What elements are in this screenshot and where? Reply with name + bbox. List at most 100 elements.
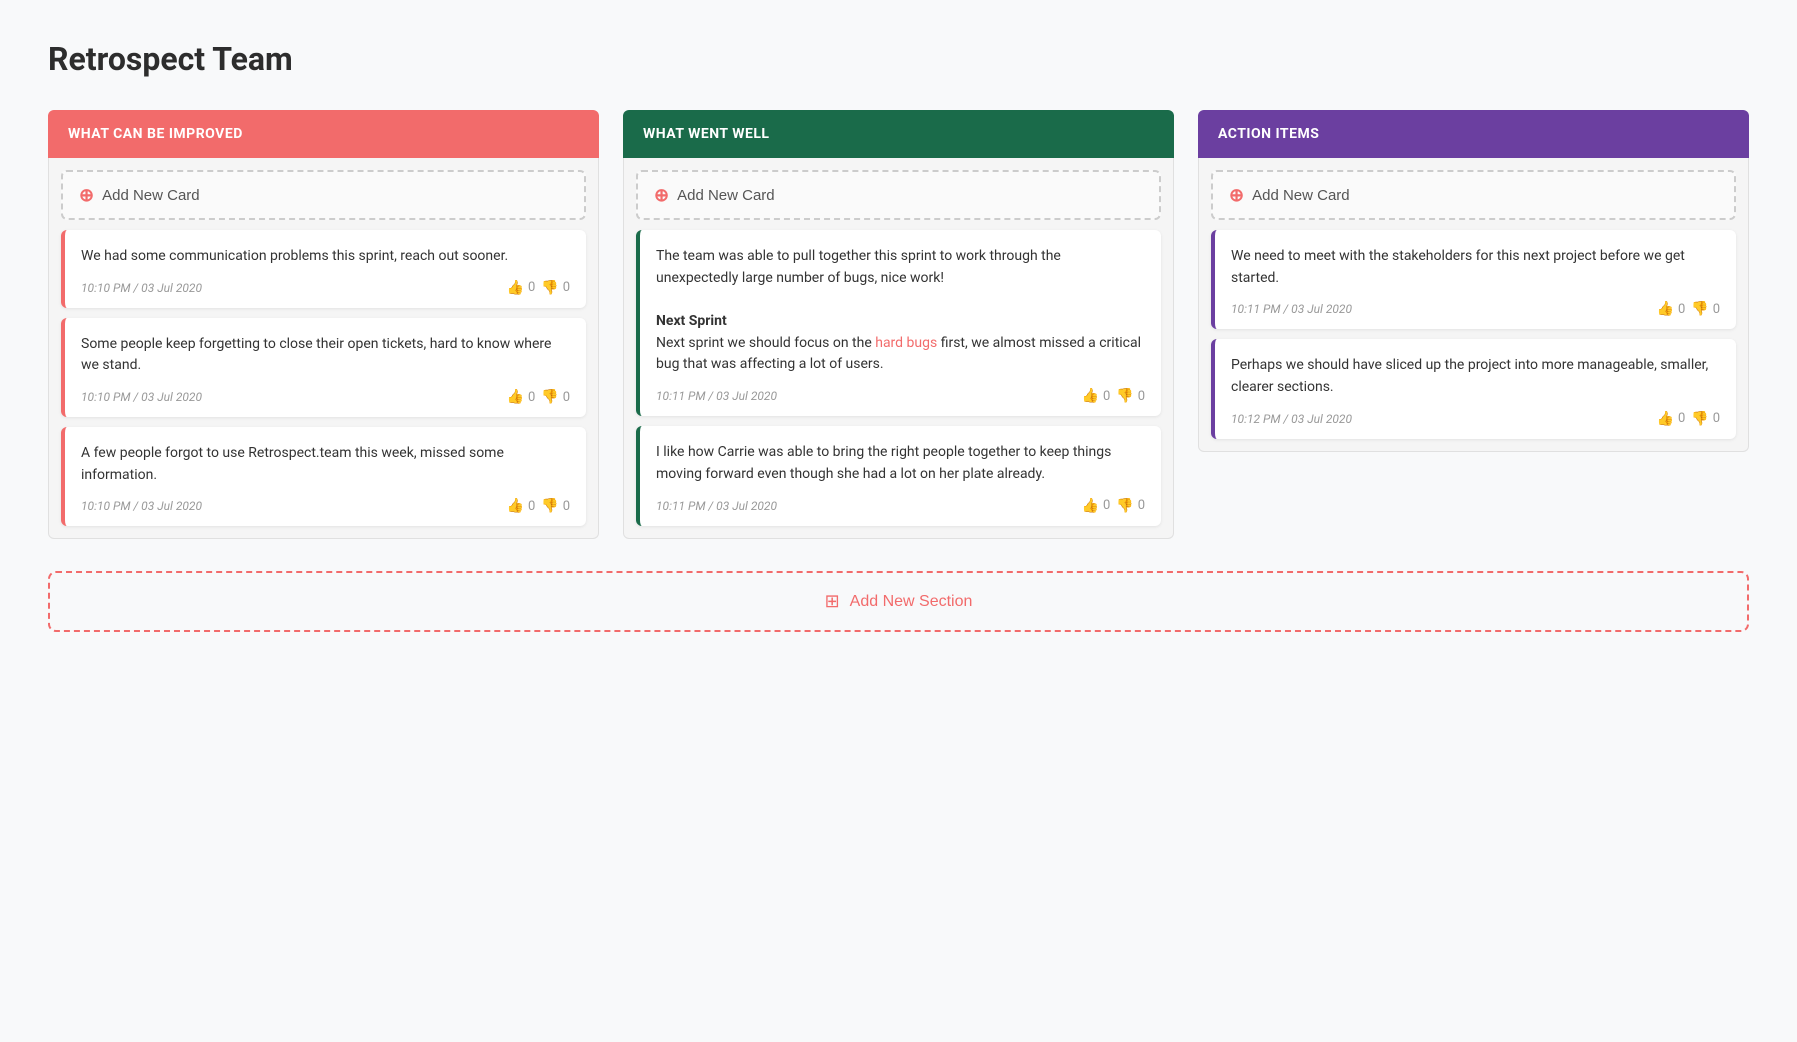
add-section-icon: ⊞ (825, 591, 840, 612)
card-subheading: Next Sprint (656, 313, 727, 329)
card-footer: 10:11 PM / 03 Jul 2020 👍 0 👎 0 (656, 498, 1145, 514)
column-action: ACTION ITEMS ⊕ Add New Card We need to m… (1198, 110, 1749, 539)
upvote-count: 0 (1103, 498, 1110, 513)
column-header-went-well: WHAT WENT WELL (623, 110, 1174, 158)
downvote-count: 0 (1713, 302, 1720, 317)
card-timestamp: 10:10 PM / 03 Jul 2020 (81, 390, 202, 404)
column-body-went-well: ⊕ Add New Card The team was able to pull… (623, 158, 1174, 539)
thumbs-up-icon[interactable]: 👍 (507, 389, 524, 405)
card-votes: 👍 0 👎 0 (507, 498, 571, 514)
highlighted-text: hard bugs (875, 335, 937, 351)
upvote-count: 0 (1678, 411, 1685, 426)
downvote-count: 0 (563, 390, 570, 405)
column-header-action: ACTION ITEMS (1198, 110, 1749, 158)
card-text: Some people keep forgetting to close the… (81, 334, 570, 377)
card: We had some communication problems this … (61, 230, 586, 308)
card-timestamp: 10:10 PM / 03 Jul 2020 (81, 281, 202, 295)
card-footer: 10:12 PM / 03 Jul 2020 👍 0 👎 0 (1231, 411, 1720, 427)
card: Some people keep forgetting to close the… (61, 318, 586, 417)
card: Perhaps we should have sliced up the pro… (1211, 339, 1736, 438)
card-footer: 10:10 PM / 03 Jul 2020 👍 0 👎 0 (81, 389, 570, 405)
card-text: We had some communication problems this … (81, 246, 570, 268)
card-footer: 10:11 PM / 03 Jul 2020 👍 0 👎 0 (1231, 301, 1720, 317)
thumbs-down-icon[interactable]: 👎 (1691, 411, 1708, 427)
card-footer: 10:10 PM / 03 Jul 2020 👍 0 👎 0 (81, 280, 570, 296)
plus-icon: ⊕ (79, 186, 94, 204)
card: We need to meet with the stakeholders fo… (1211, 230, 1736, 329)
upvote-group: 👍 0 (1657, 301, 1686, 317)
card-footer: 10:10 PM / 03 Jul 2020 👍 0 👎 0 (81, 498, 570, 514)
upvote-group: 👍 0 (507, 498, 536, 514)
upvote-group: 👍 0 (507, 389, 536, 405)
column-went-well: WHAT WENT WELL ⊕ Add New Card The team w… (623, 110, 1174, 539)
add-section-label: Add New Section (850, 593, 973, 611)
downvote-count: 0 (1138, 498, 1145, 513)
upvote-group: 👍 0 (1657, 411, 1686, 427)
thumbs-up-icon[interactable]: 👍 (1657, 301, 1674, 317)
upvote-count: 0 (1678, 302, 1685, 317)
downvote-group: 👎 0 (1116, 388, 1145, 404)
thumbs-up-icon[interactable]: 👍 (507, 280, 524, 296)
plus-icon: ⊕ (654, 186, 669, 204)
card-votes: 👍 0 👎 0 (507, 389, 571, 405)
card-votes: 👍 0 👎 0 (507, 280, 571, 296)
add-card-went-well[interactable]: ⊕ Add New Card (636, 170, 1161, 220)
downvote-count: 0 (1138, 389, 1145, 404)
downvote-group: 👎 0 (1116, 498, 1145, 514)
card-text: Perhaps we should have sliced up the pro… (1231, 355, 1720, 398)
downvote-group: 👎 0 (1691, 301, 1720, 317)
add-section-button[interactable]: ⊞ Add New Section (48, 571, 1749, 632)
plus-icon: ⊕ (1229, 186, 1244, 204)
thumbs-down-icon[interactable]: 👎 (1691, 301, 1708, 317)
thumbs-up-icon[interactable]: 👍 (1082, 498, 1099, 514)
card-timestamp: 10:10 PM / 03 Jul 2020 (81, 499, 202, 513)
thumbs-up-icon[interactable]: 👍 (1082, 388, 1099, 404)
card-text: I like how Carrie was able to bring the … (656, 442, 1145, 485)
column-body-improved: ⊕ Add New Card We had some communication… (48, 158, 599, 539)
thumbs-down-icon[interactable]: 👎 (541, 498, 558, 514)
column-improved: WHAT CAN BE IMPROVED ⊕ Add New Card We h… (48, 110, 599, 539)
thumbs-down-icon[interactable]: 👎 (1116, 388, 1133, 404)
downvote-group: 👎 0 (1691, 411, 1720, 427)
page-title: Retrospect Team (48, 40, 1749, 78)
card-timestamp: 10:11 PM / 03 Jul 2020 (656, 389, 777, 403)
board: WHAT CAN BE IMPROVED ⊕ Add New Card We h… (48, 110, 1749, 539)
upvote-count: 0 (528, 390, 535, 405)
add-card-label: Add New Card (102, 187, 200, 204)
downvote-count: 0 (1713, 411, 1720, 426)
downvote-count: 0 (563, 280, 570, 295)
column-body-action: ⊕ Add New Card We need to meet with the … (1198, 158, 1749, 452)
upvote-group: 👍 0 (1082, 388, 1111, 404)
upvote-count: 0 (528, 280, 535, 295)
card-votes: 👍 0 👎 0 (1657, 411, 1721, 427)
upvote-count: 0 (1103, 389, 1110, 404)
card: The team was able to pull together this … (636, 230, 1161, 416)
card: I like how Carrie was able to bring the … (636, 426, 1161, 525)
card-footer: 10:11 PM / 03 Jul 2020 👍 0 👎 0 (656, 388, 1145, 404)
add-card-label: Add New Card (1252, 187, 1350, 204)
upvote-group: 👍 0 (1082, 498, 1111, 514)
card-timestamp: 10:11 PM / 03 Jul 2020 (656, 499, 777, 513)
card-votes: 👍 0 👎 0 (1082, 498, 1146, 514)
card-votes: 👍 0 👎 0 (1657, 301, 1721, 317)
card-votes: 👍 0 👎 0 (1082, 388, 1146, 404)
add-card-improved[interactable]: ⊕ Add New Card (61, 170, 586, 220)
thumbs-up-icon[interactable]: 👍 (1657, 411, 1674, 427)
add-card-action[interactable]: ⊕ Add New Card (1211, 170, 1736, 220)
card-timestamp: 10:11 PM / 03 Jul 2020 (1231, 302, 1352, 316)
downvote-group: 👎 0 (541, 280, 570, 296)
thumbs-down-icon[interactable]: 👎 (541, 280, 558, 296)
downvote-group: 👎 0 (541, 389, 570, 405)
card-text: We need to meet with the stakeholders fo… (1231, 246, 1720, 289)
card: A few people forgot to use Retrospect.te… (61, 427, 586, 526)
card-text: A few people forgot to use Retrospect.te… (81, 443, 570, 486)
upvote-count: 0 (528, 499, 535, 514)
downvote-group: 👎 0 (541, 498, 570, 514)
thumbs-up-icon[interactable]: 👍 (507, 498, 524, 514)
downvote-count: 0 (563, 499, 570, 514)
card-text: The team was able to pull together this … (656, 246, 1145, 376)
thumbs-down-icon[interactable]: 👎 (1116, 498, 1133, 514)
add-card-label: Add New Card (677, 187, 775, 204)
column-header-improved: WHAT CAN BE IMPROVED (48, 110, 599, 158)
thumbs-down-icon[interactable]: 👎 (541, 389, 558, 405)
